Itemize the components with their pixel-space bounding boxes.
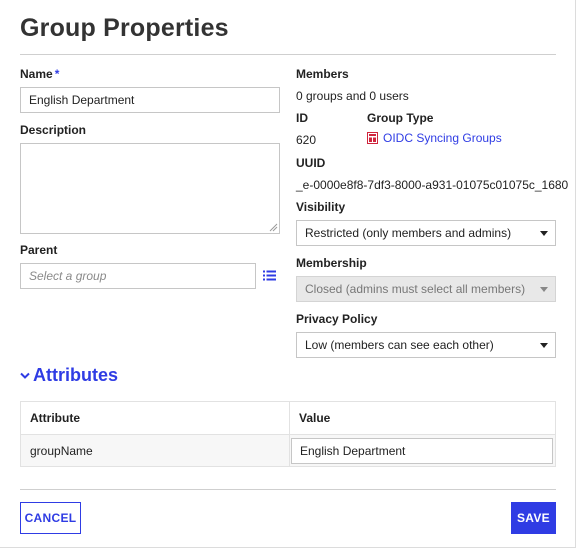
attribute-name-cell: groupName (30, 443, 93, 458)
dialog-title: Group Properties (20, 14, 229, 42)
description-label: Description (20, 123, 87, 137)
chevron-down-icon (20, 372, 30, 379)
required-mark: * (54, 67, 60, 81)
chevron-down-icon (540, 231, 548, 236)
attribute-value-text: English Department (300, 444, 406, 458)
table-row: groupName English Department (21, 434, 555, 466)
membership-select: Closed (admins must select all members) (296, 276, 556, 302)
parent-group-input[interactable]: Select a group (20, 263, 256, 289)
privacy-policy-select[interactable]: Low (members can see each other) (296, 332, 556, 358)
parent-label: Parent (20, 243, 58, 257)
cancel-button[interactable]: CANCEL (20, 502, 81, 534)
membership-label: Membership (296, 256, 367, 270)
save-button[interactable]: SAVE (511, 502, 556, 534)
visibility-selected: Restricted (only members and admins) (305, 226, 512, 240)
id-label: ID (296, 111, 308, 125)
attributes-toggle[interactable]: Attributes (20, 365, 118, 386)
column-divider (289, 402, 290, 466)
resize-grip-icon[interactable] (269, 223, 278, 232)
column-header-value: Value (299, 411, 331, 425)
group-properties-dialog: Group Properties Name * English Departmen… (0, 0, 576, 548)
description-textarea[interactable] (20, 143, 280, 234)
members-value: 0 groups and 0 users (296, 89, 409, 103)
footer-divider (20, 489, 556, 490)
uuid-value: _e-0000e8f8-7df3-8000-a931-01075c01075c_… (296, 178, 569, 192)
membership-selected: Closed (admins must select all members) (305, 282, 526, 296)
name-input[interactable]: English Department (20, 87, 280, 113)
parent-placeholder: Select a group (29, 269, 107, 283)
chevron-down-icon (540, 343, 548, 348)
column-header-attribute: Attribute (30, 411, 80, 425)
privacy-policy-label: Privacy Policy (296, 312, 378, 326)
id-value: 620 (296, 133, 317, 147)
group-type-value: OIDC Syncing Groups (383, 131, 502, 145)
group-type-label: Group Type (367, 111, 434, 125)
group-type-icon (367, 132, 378, 144)
attribute-value-input[interactable]: English Department (291, 438, 553, 464)
group-type-link[interactable]: OIDC Syncing Groups (367, 131, 502, 145)
uuid-label: UUID (296, 156, 326, 170)
privacy-policy-selected: Low (members can see each other) (305, 338, 494, 352)
visibility-label: Visibility (296, 200, 346, 214)
title-divider (20, 54, 556, 55)
list-icon[interactable] (263, 270, 276, 281)
attributes-table: Attribute Value groupName English Depart… (20, 401, 556, 467)
members-label: Members (296, 67, 349, 81)
visibility-select[interactable]: Restricted (only members and admins) (296, 220, 556, 246)
chevron-down-icon (540, 287, 548, 292)
attributes-title: Attributes (33, 365, 118, 385)
name-label-text: Name (20, 67, 53, 81)
name-input-value: English Department (29, 93, 135, 107)
name-label: Name * (20, 67, 59, 81)
